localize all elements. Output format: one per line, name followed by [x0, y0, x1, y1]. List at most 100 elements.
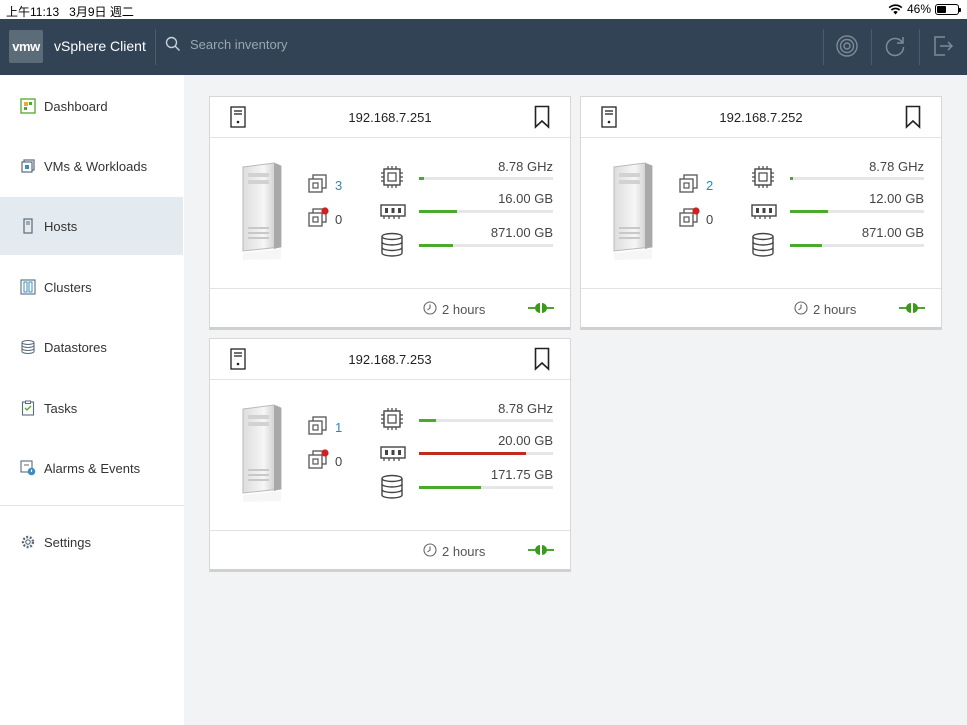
sidebar-item-alarms[interactable]: Alarms & Events [0, 439, 183, 497]
sidebar-item-label: Dashboard [44, 98, 108, 114]
sidebar-item-label: Datastores [44, 339, 107, 355]
powered-on-vms[interactable]: 2 [678, 173, 713, 198]
cpu-usage-bar [790, 177, 924, 180]
dashboard-icon [20, 98, 36, 114]
vm-alert-icon [307, 207, 329, 232]
search-input[interactable] [190, 36, 490, 52]
powered-on-vms[interactable]: 3 [307, 173, 342, 198]
cpu-usage-bar [419, 419, 553, 422]
vm-icon [678, 173, 700, 198]
tasks-icon [20, 400, 36, 416]
bookmark-icon[interactable] [534, 105, 550, 134]
storage-icon [380, 474, 404, 505]
powered-on-vm-count[interactable]: 3 [335, 178, 342, 193]
powered-off-vm-count: 0 [335, 212, 343, 227]
sidebar-item-label: Clusters [44, 279, 92, 295]
cpu-value: 8.78 GHz [498, 401, 553, 416]
search-bar[interactable] [165, 36, 490, 52]
uptime-value: 2 hours [442, 302, 486, 317]
powered-off-vm-count: 0 [335, 454, 343, 469]
status-time: 上午11:13 3月9日 週二 [6, 5, 134, 19]
header-divider [919, 29, 920, 65]
host-card[interactable]: 192.168.7.252 2 0 8.78 GHz 12.00 GB 871.… [580, 96, 942, 330]
clock-icon [423, 543, 437, 560]
host-card-header: 192.168.7.253 [210, 339, 570, 380]
wifi-icon [888, 3, 903, 14]
gear-icon [20, 534, 36, 550]
alarm-icon [20, 460, 36, 476]
storage-usage-bar [419, 244, 553, 247]
sidebar-item-tasks[interactable]: Tasks [0, 379, 183, 437]
powered-on-vm-count[interactable]: 1 [335, 420, 342, 435]
host-ip[interactable]: 192.168.7.251 [210, 110, 570, 125]
sidebar-item-dashboard[interactable]: Dashboard [0, 77, 183, 135]
sidebar-item-settings[interactable]: Settings [0, 513, 183, 571]
app-title: vSphere Client [54, 38, 146, 54]
sidebar-item-clusters[interactable]: Clusters [0, 258, 183, 316]
cpu-value: 8.78 GHz [498, 159, 553, 174]
header-divider [871, 29, 872, 65]
target-button[interactable] [832, 31, 862, 61]
target-icon [836, 35, 858, 57]
memory-value: 16.00 GB [498, 191, 553, 206]
uptime: 2 hours [423, 301, 485, 318]
battery-icon [935, 3, 961, 15]
memory-usage-bar [419, 210, 553, 213]
host-ip[interactable]: 192.168.7.253 [210, 352, 570, 367]
sidebar-item-label: VMs & Workloads [44, 158, 148, 174]
server-tower-image [240, 161, 284, 266]
storage-value: 871.00 GB [490, 225, 553, 240]
sidebar-item-hosts[interactable]: Hosts [0, 197, 183, 255]
cpu-icon [751, 165, 775, 194]
host-card-footer: 2 hours [210, 530, 570, 570]
powered-off-vms: 0 [307, 207, 342, 232]
memory-value: 20.00 GB [498, 433, 553, 448]
connected-plug-icon [899, 301, 925, 320]
cpu-icon [380, 165, 404, 194]
memory-icon [380, 443, 406, 468]
bookmark-icon[interactable] [905, 105, 921, 134]
powered-off-vm-count: 0 [706, 212, 714, 227]
refresh-button[interactable] [880, 31, 910, 61]
bookmark-icon[interactable] [534, 347, 550, 376]
powered-off-vms: 0 [307, 449, 342, 474]
connected-plug-icon [528, 543, 554, 562]
memory-usage-bar [419, 452, 553, 455]
sidebar-item-datastores[interactable]: Datastores [0, 318, 183, 376]
datastore-icon [20, 339, 36, 355]
sidebar-divider [0, 505, 184, 506]
powered-on-vm-count[interactable]: 2 [706, 178, 713, 193]
refresh-icon [885, 37, 905, 57]
uptime-value: 2 hours [442, 544, 486, 559]
server-tower-image [240, 403, 284, 508]
memory-usage-bar [790, 210, 924, 213]
vm-icon [20, 158, 36, 174]
memory-icon [380, 201, 406, 226]
storage-icon [751, 232, 775, 263]
storage-value: 171.75 GB [490, 467, 553, 482]
host-card[interactable]: 192.168.7.251 3 0 8.78 GHz 16.00 GB 871.… [209, 96, 571, 330]
memory-value: 12.00 GB [869, 191, 924, 206]
host-icon [20, 218, 36, 234]
host-card-footer: 2 hours [581, 288, 941, 328]
uptime: 2 hours [794, 301, 856, 318]
app-header: vmw vSphere Client [0, 19, 967, 75]
status-bar: 上午11:13 3月9日 週二 46% [0, 0, 967, 19]
host-ip[interactable]: 192.168.7.252 [581, 110, 941, 125]
cpu-icon [380, 407, 404, 436]
memory-icon [751, 201, 777, 226]
powered-on-vms[interactable]: 1 [307, 415, 342, 440]
clock-icon [794, 301, 808, 318]
logout-button[interactable] [928, 31, 958, 61]
uptime: 2 hours [423, 543, 485, 560]
clock-icon [423, 301, 437, 318]
vmw-logo[interactable]: vmw [9, 30, 43, 63]
host-card[interactable]: 192.168.7.253 1 0 8.78 GHz 20.00 GB 171.… [209, 338, 571, 572]
logout-icon [934, 36, 954, 56]
storage-usage-bar [419, 486, 553, 489]
vm-alert-icon [678, 207, 700, 232]
storage-icon [380, 232, 404, 263]
sidebar-item-vms[interactable]: VMs & Workloads [0, 137, 183, 195]
search-icon [165, 36, 180, 51]
powered-off-vms: 0 [678, 207, 713, 232]
